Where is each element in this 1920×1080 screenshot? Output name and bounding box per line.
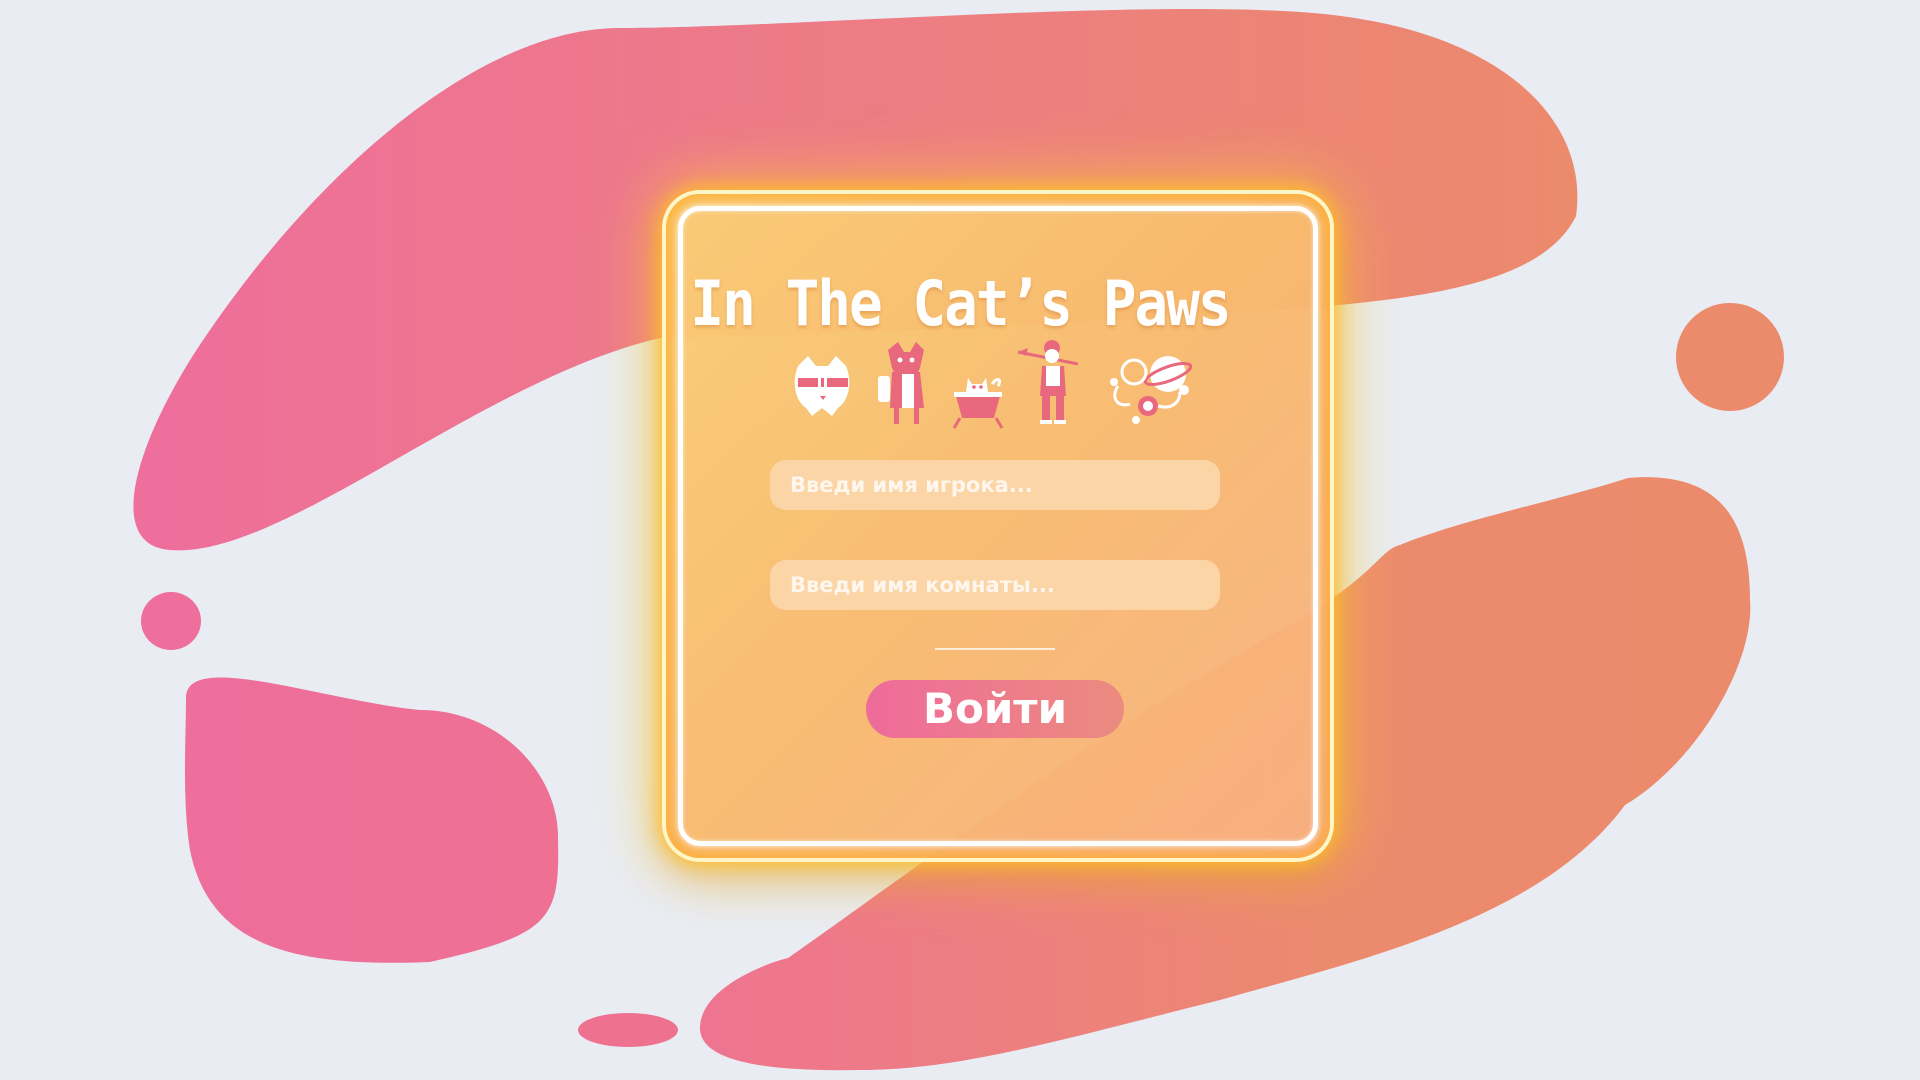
woman-with-spear-icon bbox=[1017, 340, 1079, 424]
player-name-input[interactable] bbox=[770, 460, 1220, 510]
cat-with-headband-icon bbox=[794, 356, 850, 416]
divider bbox=[935, 648, 1055, 650]
game-title: In The Cat’s Paws bbox=[690, 268, 1231, 341]
dot-bottom bbox=[578, 1013, 678, 1047]
cosmic-creature-icon bbox=[1110, 356, 1193, 424]
cat-on-cart-icon bbox=[952, 378, 1004, 429]
blob-left bbox=[185, 677, 559, 963]
login-screen: In The Cat’s Paws Введи имя игрока... Вв… bbox=[0, 0, 1920, 1080]
login-button[interactable]: Войти bbox=[866, 680, 1124, 738]
fox-with-scroll-icon bbox=[878, 342, 924, 424]
character-row bbox=[794, 340, 1193, 429]
dot-left bbox=[141, 592, 201, 650]
room-name-input[interactable] bbox=[770, 560, 1220, 610]
